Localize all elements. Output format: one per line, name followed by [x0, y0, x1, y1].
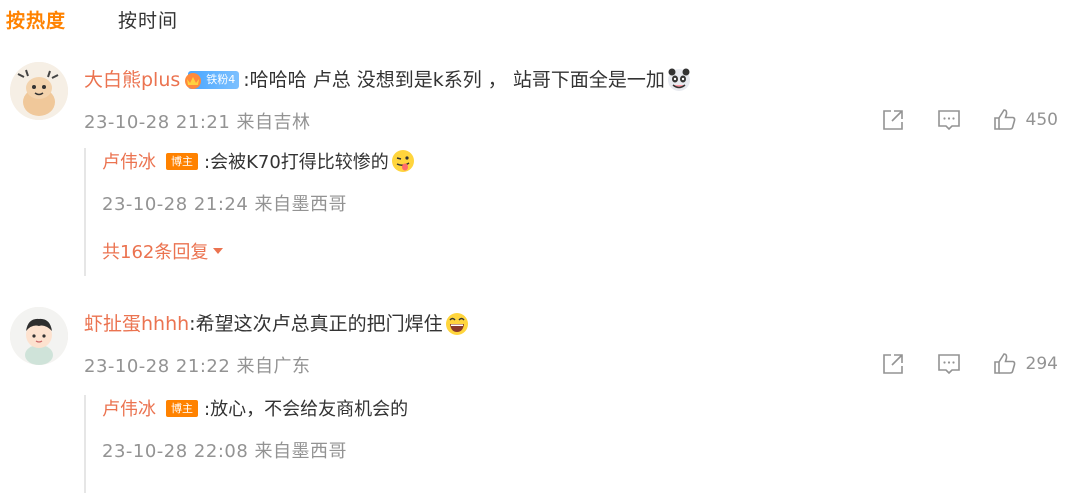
- comment-line: 虾扯蛋hhhh :希望这次卢总真正的把门焊住: [84, 311, 469, 337]
- comment-text: :希望这次卢总真正的把门焊住: [189, 313, 443, 335]
- comment-actions: 294: [850, 351, 1058, 377]
- avatar[interactable]: [10, 62, 68, 120]
- reply-block: 卢伟冰 博主 :会被K70打得比较惨的 23-10-28 21:24 来自墨西哥…: [84, 148, 414, 276]
- reply-text: :会被K70打得比较惨的: [204, 152, 389, 173]
- username[interactable]: 虾扯蛋hhhh: [84, 311, 189, 337]
- tab-by-hot[interactable]: 按热度: [6, 6, 66, 33]
- host-badge: 博主: [166, 152, 198, 170]
- like-count: 450: [1025, 110, 1058, 130]
- fan-badge-label: 铁粉4: [206, 73, 236, 86]
- comment-line: 大白熊plus 铁粉4 :哈哈哈 卢总 没想到是k系列 ， 站哥下面全是一加: [84, 67, 691, 93]
- comment-item: 虾扯蛋hhhh :希望这次卢总真正的把门焊住 23-10-28 21:22 来自…: [0, 305, 1080, 493]
- crown-icon: [185, 73, 202, 89]
- avatar[interactable]: [10, 307, 68, 365]
- more-replies-link[interactable]: 共162条回复: [102, 238, 224, 264]
- tab-by-time[interactable]: 按时间: [118, 6, 178, 33]
- like-count: 294: [1025, 354, 1058, 374]
- thumbs-up-icon[interactable]: [992, 107, 1018, 133]
- sort-tabs: 按热度 按时间: [6, 4, 230, 34]
- reply-block: 卢伟冰 博主 :放心，不会给友商机会的 23-10-28 22:08 来自墨西哥: [84, 395, 408, 493]
- share-icon[interactable]: [880, 107, 906, 133]
- comment-icon[interactable]: [936, 107, 962, 133]
- username[interactable]: 大白熊plus: [84, 67, 180, 93]
- host-badge: 博主: [166, 399, 198, 417]
- comment-item: 大白熊plus 铁粉4 :哈哈哈 卢总 没想到是k系列 ， 站哥下面全是一加 2…: [0, 60, 1080, 290]
- comment-text: :哈哈哈 卢总 没想到是k系列 ， 站哥下面全是一加: [243, 69, 665, 91]
- reply-meta: 23-10-28 21:24 来自墨西哥: [102, 194, 348, 215]
- reply-meta: 23-10-28 22:08 来自墨西哥: [102, 441, 348, 462]
- thumbs-up-icon[interactable]: [992, 351, 1018, 377]
- comment-meta: 23-10-28 21:21 来自吉林: [84, 112, 311, 133]
- fan-badge[interactable]: 铁粉4: [185, 71, 240, 89]
- reply-line: 卢伟冰 博主 :放心，不会给友商机会的: [102, 395, 408, 421]
- laughing-emoji-icon: [445, 313, 468, 335]
- comment-actions: 450: [850, 107, 1058, 133]
- comment-meta: 23-10-28 21:22 来自广东: [84, 356, 311, 377]
- reply-username[interactable]: 卢伟冰: [102, 148, 156, 174]
- comment-icon[interactable]: [936, 351, 962, 377]
- more-replies-label: 共162条回复: [102, 242, 209, 263]
- share-icon[interactable]: [880, 351, 906, 377]
- reply-username[interactable]: 卢伟冰: [102, 395, 156, 421]
- panda-emoji-icon: [667, 68, 690, 91]
- caret-down-icon: [213, 248, 224, 254]
- tongue-out-emoji-icon: [391, 150, 414, 172]
- reply-line: 卢伟冰 博主 :会被K70打得比较惨的: [102, 148, 415, 174]
- reply-text: :放心，不会给友商机会的: [204, 399, 409, 420]
